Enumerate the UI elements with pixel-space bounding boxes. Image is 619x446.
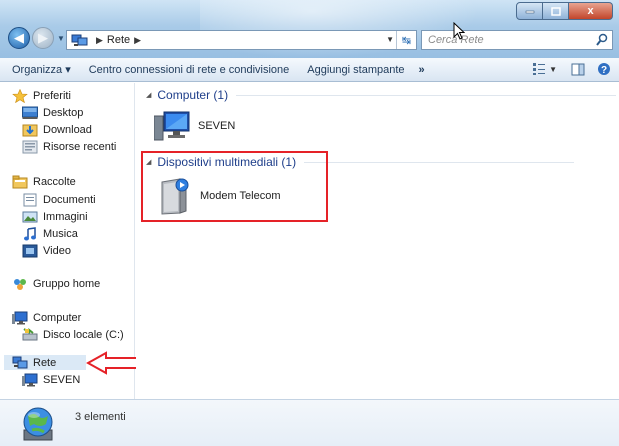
group-header-computer[interactable]: ◢ Computer (1) bbox=[146, 88, 617, 102]
title-bar: x ◀ ▶ ▼ ▶ Rete ▶ ▼ ↹ bbox=[0, 0, 619, 58]
group-divider bbox=[236, 94, 617, 96]
back-arrow-icon: ◀ bbox=[14, 30, 24, 45]
forward-button[interactable]: ▶ bbox=[32, 27, 54, 49]
organize-button[interactable]: Organizza ▾ bbox=[12, 63, 71, 76]
maximize-button[interactable] bbox=[543, 2, 569, 20]
computer-icon bbox=[12, 311, 28, 325]
close-icon: x bbox=[587, 5, 594, 17]
window-controls: x bbox=[516, 2, 613, 20]
libraries-icon bbox=[12, 175, 28, 189]
sidebar-item-local-disk[interactable]: Disco locale (C:) bbox=[22, 328, 124, 342]
video-icon bbox=[22, 244, 38, 258]
sidebar-libraries[interactable]: Raccolte bbox=[12, 175, 76, 189]
sidebar-item-recent-places[interactable]: Risorse recenti bbox=[22, 140, 116, 154]
network-globe-icon bbox=[23, 407, 53, 441]
command-bar: Organizza ▾ Centro connessioni di rete e… bbox=[0, 58, 619, 82]
preview-pane-icon[interactable] bbox=[571, 63, 585, 76]
status-item-count: 3 elementi bbox=[75, 411, 126, 423]
content-area: ◢ Computer (1) SEVEN ◢ Dispositivi multi… bbox=[136, 83, 619, 399]
close-button[interactable]: x bbox=[569, 2, 613, 20]
network-center-button[interactable]: Centro connessioni di rete e condivision… bbox=[89, 64, 290, 76]
download-icon bbox=[22, 124, 38, 137]
collapse-icon[interactable]: ◢ bbox=[146, 91, 151, 99]
navigation-buttons: ◀ ▶ ▼ bbox=[8, 27, 65, 49]
documents-icon bbox=[23, 193, 37, 207]
computer-icon bbox=[22, 373, 38, 387]
view-options-dropdown[interactable]: ▼ bbox=[549, 65, 557, 74]
breadcrumb-rete[interactable]: Rete bbox=[107, 34, 130, 46]
sidebar-item-music[interactable]: Musica bbox=[22, 227, 78, 241]
maximize-icon bbox=[550, 6, 561, 16]
annotation-highlight-box bbox=[141, 151, 328, 222]
sidebar-favorites[interactable]: Preferiti bbox=[12, 89, 71, 103]
add-printer-button[interactable]: Aggiungi stampante bbox=[307, 64, 404, 76]
sidebar-homegroup[interactable]: Gruppo home bbox=[12, 277, 100, 291]
pictures-icon bbox=[22, 211, 38, 223]
minimize-button[interactable] bbox=[516, 2, 543, 20]
address-dropdown-icon[interactable]: ▼ bbox=[386, 35, 394, 44]
refresh-icon: ↹ bbox=[401, 34, 412, 47]
details-pane: 3 elementi bbox=[0, 399, 619, 446]
sidebar-item-download[interactable]: Download bbox=[22, 123, 92, 137]
help-icon[interactable]: ? bbox=[597, 62, 611, 76]
star-icon bbox=[12, 89, 28, 103]
desktop-icon bbox=[22, 106, 38, 119]
view-controls: ▼ ? bbox=[532, 62, 611, 76]
group-divider bbox=[304, 161, 575, 163]
content-item-seven[interactable]: SEVEN bbox=[154, 110, 235, 142]
sidebar-item-desktop[interactable]: Desktop bbox=[22, 106, 83, 120]
recent-pages-dropdown[interactable]: ▼ bbox=[57, 34, 65, 43]
breadcrumb-separator[interactable]: ▶ bbox=[134, 35, 141, 46]
more-commands-button[interactable]: » bbox=[419, 64, 425, 76]
sidebar-item-seven[interactable]: SEVEN bbox=[22, 373, 80, 387]
network-icon bbox=[71, 34, 88, 46]
breadcrumb-separator[interactable]: ▶ bbox=[96, 35, 103, 46]
recent-places-icon bbox=[22, 140, 38, 154]
sidebar-computer[interactable]: Computer bbox=[12, 311, 81, 325]
computer-icon bbox=[154, 111, 190, 141]
music-icon bbox=[24, 227, 36, 241]
sidebar-item-pictures[interactable]: Immagini bbox=[22, 210, 88, 224]
network-icon bbox=[12, 356, 28, 369]
address-bar[interactable]: ▶ Rete ▶ ▼ ↹ bbox=[66, 30, 417, 50]
svg-text:?: ? bbox=[601, 65, 607, 76]
mouse-cursor-icon bbox=[453, 22, 465, 40]
back-button[interactable]: ◀ bbox=[8, 27, 30, 49]
sidebar-item-documents[interactable]: Documenti bbox=[22, 193, 96, 207]
search-input[interactable] bbox=[428, 34, 588, 46]
change-view-icon[interactable] bbox=[532, 62, 546, 76]
local-disk-icon bbox=[22, 328, 38, 341]
forward-arrow-icon: ▶ bbox=[38, 30, 48, 45]
search-box[interactable] bbox=[421, 30, 613, 50]
sidebar-network[interactable]: Rete bbox=[12, 356, 56, 370]
search-icon bbox=[596, 33, 608, 46]
item-label: SEVEN bbox=[198, 120, 236, 132]
homegroup-icon bbox=[14, 279, 26, 290]
sidebar-item-video[interactable]: Video bbox=[22, 244, 71, 258]
minimize-icon bbox=[525, 10, 534, 14]
refresh-button[interactable]: ↹ bbox=[396, 31, 416, 49]
